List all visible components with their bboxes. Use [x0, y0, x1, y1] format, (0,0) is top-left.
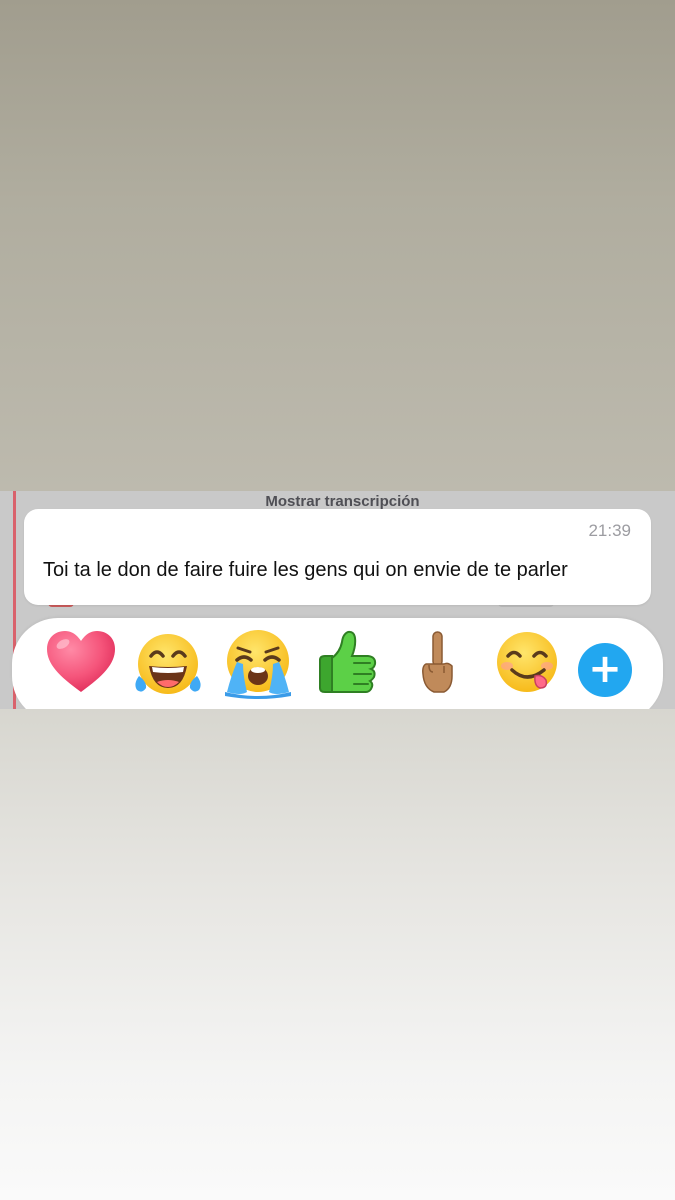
- reaction-crying-button[interactable]: [221, 626, 295, 700]
- reaction-laughing-button[interactable]: [131, 626, 205, 700]
- face-savoring-food-icon: [497, 632, 557, 692]
- reaction-middle-finger-button[interactable]: [400, 626, 474, 700]
- tears-of-joy-icon: [135, 634, 201, 694]
- background-top: [0, 0, 675, 491]
- background-bottom: [0, 709, 675, 1200]
- middle-finger-icon: [422, 631, 453, 693]
- reaction-yum-button[interactable]: [490, 626, 564, 700]
- add-reaction-button[interactable]: +: [578, 643, 632, 697]
- reaction-bar: +: [12, 618, 663, 709]
- red-heart-icon: [47, 631, 115, 692]
- message-timestamp: 21:39: [588, 521, 631, 540]
- loudly-crying-face-icon: [225, 630, 291, 699]
- message-bubble[interactable]: 21:39 Toi ta le don de faire fuire les g…: [24, 509, 651, 605]
- reaction-heart-button[interactable]: [44, 626, 118, 700]
- show-transcription-link[interactable]: Mostrar transcripción: [0, 493, 675, 510]
- reaction-thumbs-up-button[interactable]: [310, 626, 384, 700]
- plus-icon: +: [588, 646, 622, 692]
- thumbs-up-icon: [319, 630, 377, 693]
- chat-screenshot: Mostrar transcripción 21:39 Toi ta le do…: [0, 491, 675, 709]
- message-text: Toi ta le don de faire fuire les gens qu…: [43, 559, 568, 581]
